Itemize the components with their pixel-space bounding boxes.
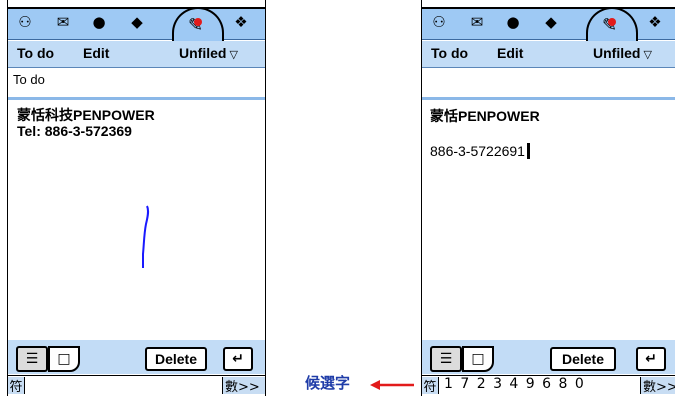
app-launcher-bar: ⚇ ✉ ● ◆ ✎ ❖ [8,7,265,43]
menu-todo[interactable]: To do [431,45,468,61]
tag-icon[interactable]: ◆ [540,12,562,32]
globe-icon[interactable]: ● [502,12,524,32]
symbol-key[interactable]: 符 [422,377,439,395]
text-cursor [526,143,530,159]
candidate-bar: 符 數>> [8,375,265,396]
note-view-button[interactable]: □ [462,346,494,372]
category-dropdown[interactable]: Unfiled ▽ [179,45,238,61]
enter-button[interactable]: ↵ [223,347,253,371]
list-icon: ☰ [25,351,39,367]
pen-tip-icon [194,18,202,26]
annotation-arrow [370,380,414,390]
list-icon: ☰ [439,351,453,367]
left-device-screen: ⚇ ✉ ● ◆ ✎ ❖ To do Edit Unfiled▽ To do 蒙恬… [7,0,266,396]
app-launcher-bar: ⚇ ✉ ● ◆ ✎ ❖ [422,7,675,43]
tag-icon[interactable]: ◆ [126,12,148,32]
chevron-down-icon: ▽ [643,49,652,61]
address-book-icon[interactable]: ⚇ [428,12,450,32]
candidate-digits[interactable]: 1 7 2 3 4 9 6 8 0 [444,376,584,392]
annotation-label: 候選字 [305,374,351,392]
return-arrow-icon: ↵ [645,351,657,367]
right-device-screen: ⚇ ✉ ● ◆ ✎ ❖ To do Edit Unfiled▽ 蒙恬PENPOW… [421,0,675,396]
mail-icon[interactable]: ✉ [466,12,488,32]
divider [422,97,675,100]
page-icon: □ [57,351,71,367]
mail-icon[interactable]: ✉ [52,12,74,32]
bottom-toolbar: ☰ □ Delete ↵ [422,340,675,374]
menu-edit[interactable]: Edit [83,45,109,61]
menu-bar: To do Edit Unfiled ▽ [8,41,265,68]
menu-bar: To do Edit Unfiled ▽ [422,41,675,68]
divider [8,97,265,100]
number-key[interactable]: 數>> [640,377,675,395]
list-view-button[interactable]: ☰ [16,346,48,372]
bottom-toolbar: ☰ □ Delete ↵ [8,340,265,374]
category-label: Unfiled [179,45,227,61]
handwriting-ink-stroke [142,205,150,268]
apps-icon[interactable]: ❖ [230,12,252,32]
note-view-button[interactable]: □ [48,346,80,372]
list-view-button[interactable]: ☰ [430,346,462,372]
enter-button[interactable]: ↵ [636,347,666,371]
symbol-key[interactable]: 符 [8,377,25,395]
globe-icon[interactable]: ● [88,12,110,32]
note-line-2[interactable]: 886-3-5722691 [430,143,530,159]
page-icon: □ [471,351,485,367]
category-label: Unfiled [593,45,641,61]
active-app-tab[interactable]: ✎ [172,7,224,43]
category-dropdown[interactable]: Unfiled ▽ [593,45,652,61]
delete-button[interactable]: Delete [550,347,616,371]
apps-icon[interactable]: ❖ [644,12,666,32]
address-book-icon[interactable]: ⚇ [14,12,36,32]
number-key[interactable]: 數>> [222,377,265,395]
note-line-1[interactable]: 蒙恬科技PENPOWER [17,107,155,123]
pen-tip-icon [608,18,616,26]
note-line-2[interactable]: Tel: 886-3-572369 [17,123,132,139]
menu-edit[interactable]: Edit [497,45,523,61]
candidate-bar: 符 1 7 2 3 4 9 6 8 0 數>> [422,375,675,396]
note-line-1[interactable]: 蒙恬PENPOWER [430,108,540,124]
active-app-tab[interactable]: ✎ [586,7,638,43]
todo-field-label: To do [13,72,45,87]
note-line-2-text: 886-3-5722691 [430,143,525,159]
menu-todo[interactable]: To do [17,45,54,61]
chevron-down-icon: ▽ [229,49,238,61]
delete-button[interactable]: Delete [145,347,207,371]
return-arrow-icon: ↵ [232,351,244,367]
